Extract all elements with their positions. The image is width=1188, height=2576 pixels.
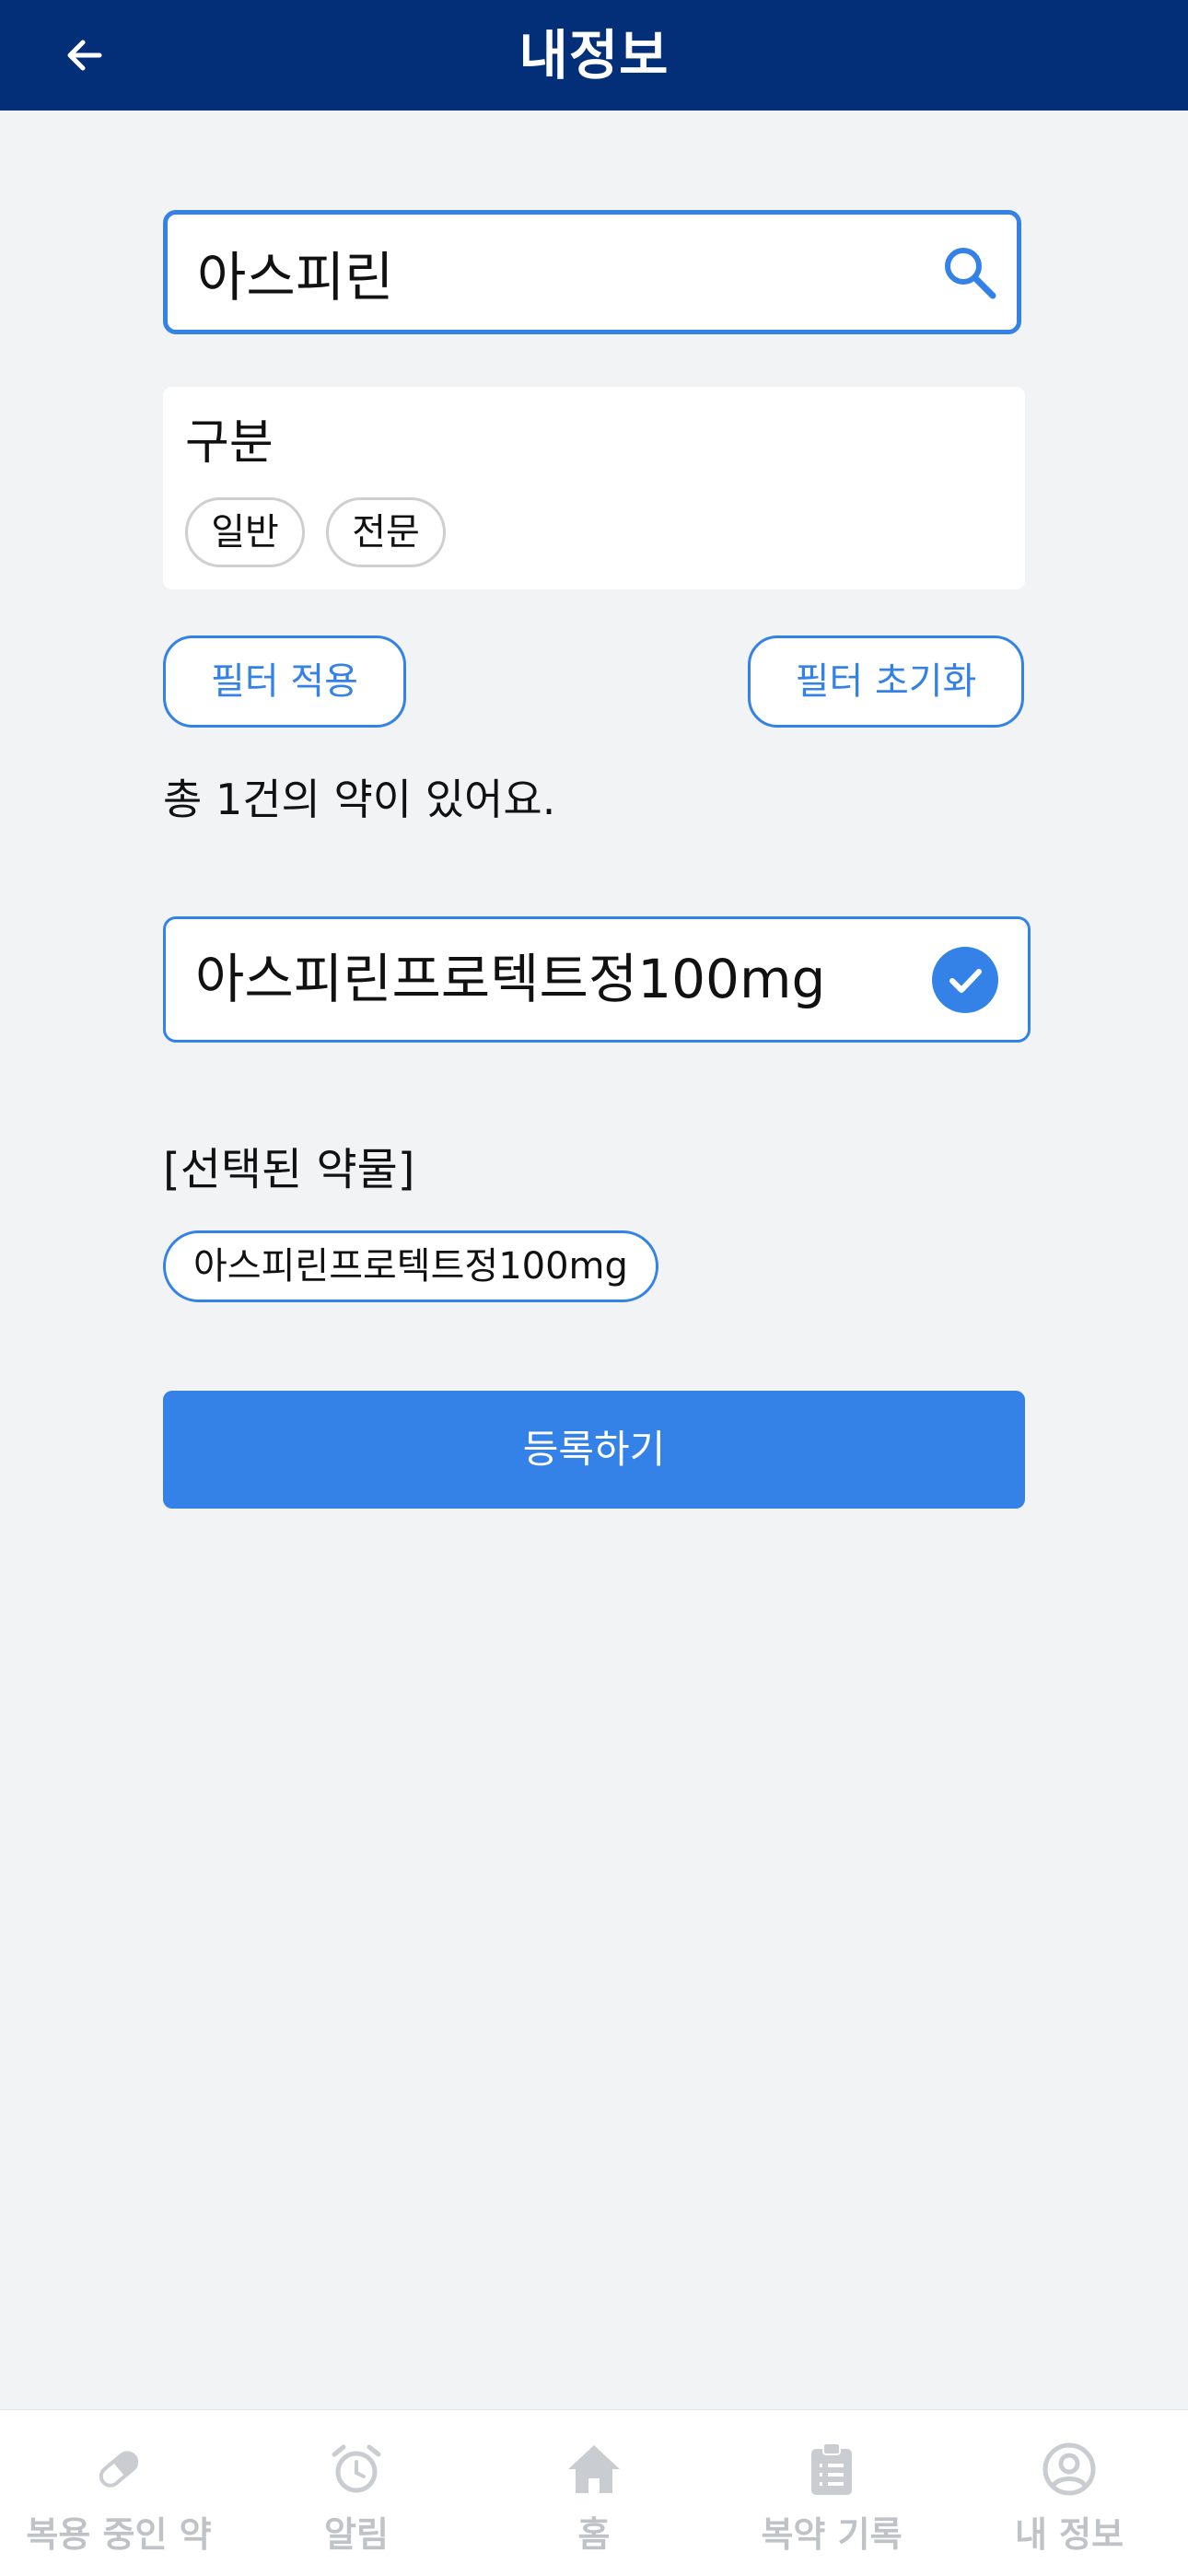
tab-label: 복용 중인 약	[26, 2514, 212, 2555]
tab-label: 내 정보	[1014, 2514, 1124, 2555]
reset-filter-button[interactable]: 필터 초기화	[748, 635, 1024, 728]
check-circle-icon	[932, 947, 998, 1013]
tab-my-info[interactable]: 내 정보	[950, 2410, 1188, 2576]
register-button[interactable]: 등록하기	[163, 1391, 1025, 1509]
home-icon	[568, 2445, 620, 2493]
tab-home[interactable]: 홈	[475, 2410, 713, 2576]
selected-drug-chip[interactable]: 아스피린프로텍트정100mg	[163, 1230, 658, 1302]
bottom-tab-bar: 복용 중인 약 알림 홈 복약 기록 내 정보	[0, 2409, 1188, 2576]
filter-category-title: 구분	[185, 415, 274, 471]
clipboard-icon	[811, 2442, 852, 2495]
result-count-text: 총 1건의 약이 있어요.	[163, 775, 556, 824]
tab-alarm[interactable]: 알림	[238, 2410, 475, 2576]
tab-medication-log[interactable]: 복약 기록	[713, 2410, 950, 2576]
filter-card: 구분 일반 전문	[163, 387, 1025, 589]
pill-icon	[99, 2451, 139, 2488]
tab-label: 복약 기록	[761, 2514, 903, 2555]
filter-chip-general[interactable]: 일반	[185, 497, 305, 567]
page-title: 내정보	[518, 24, 670, 87]
tab-label: 홈	[577, 2514, 611, 2555]
user-icon	[1042, 2442, 1096, 2496]
alarm-clock-icon	[332, 2444, 381, 2493]
search-icon[interactable]	[939, 242, 1000, 303]
app-header: 내정보	[0, 0, 1188, 111]
tab-current-meds[interactable]: 복용 중인 약	[0, 2410, 238, 2576]
search-box	[163, 210, 1021, 334]
selected-drugs-label: [선택된 약물]	[163, 1144, 415, 1195]
apply-filter-button[interactable]: 필터 적용	[163, 635, 406, 728]
tab-label: 알림	[324, 2514, 389, 2555]
result-item[interactable]: 아스피린프로텍트정100mg	[163, 916, 1031, 1043]
result-item-name: 아스피린프로텍트정100mg	[195, 948, 826, 1010]
search-input[interactable]	[197, 215, 915, 330]
filter-chip-prescription[interactable]: 전문	[326, 497, 446, 567]
